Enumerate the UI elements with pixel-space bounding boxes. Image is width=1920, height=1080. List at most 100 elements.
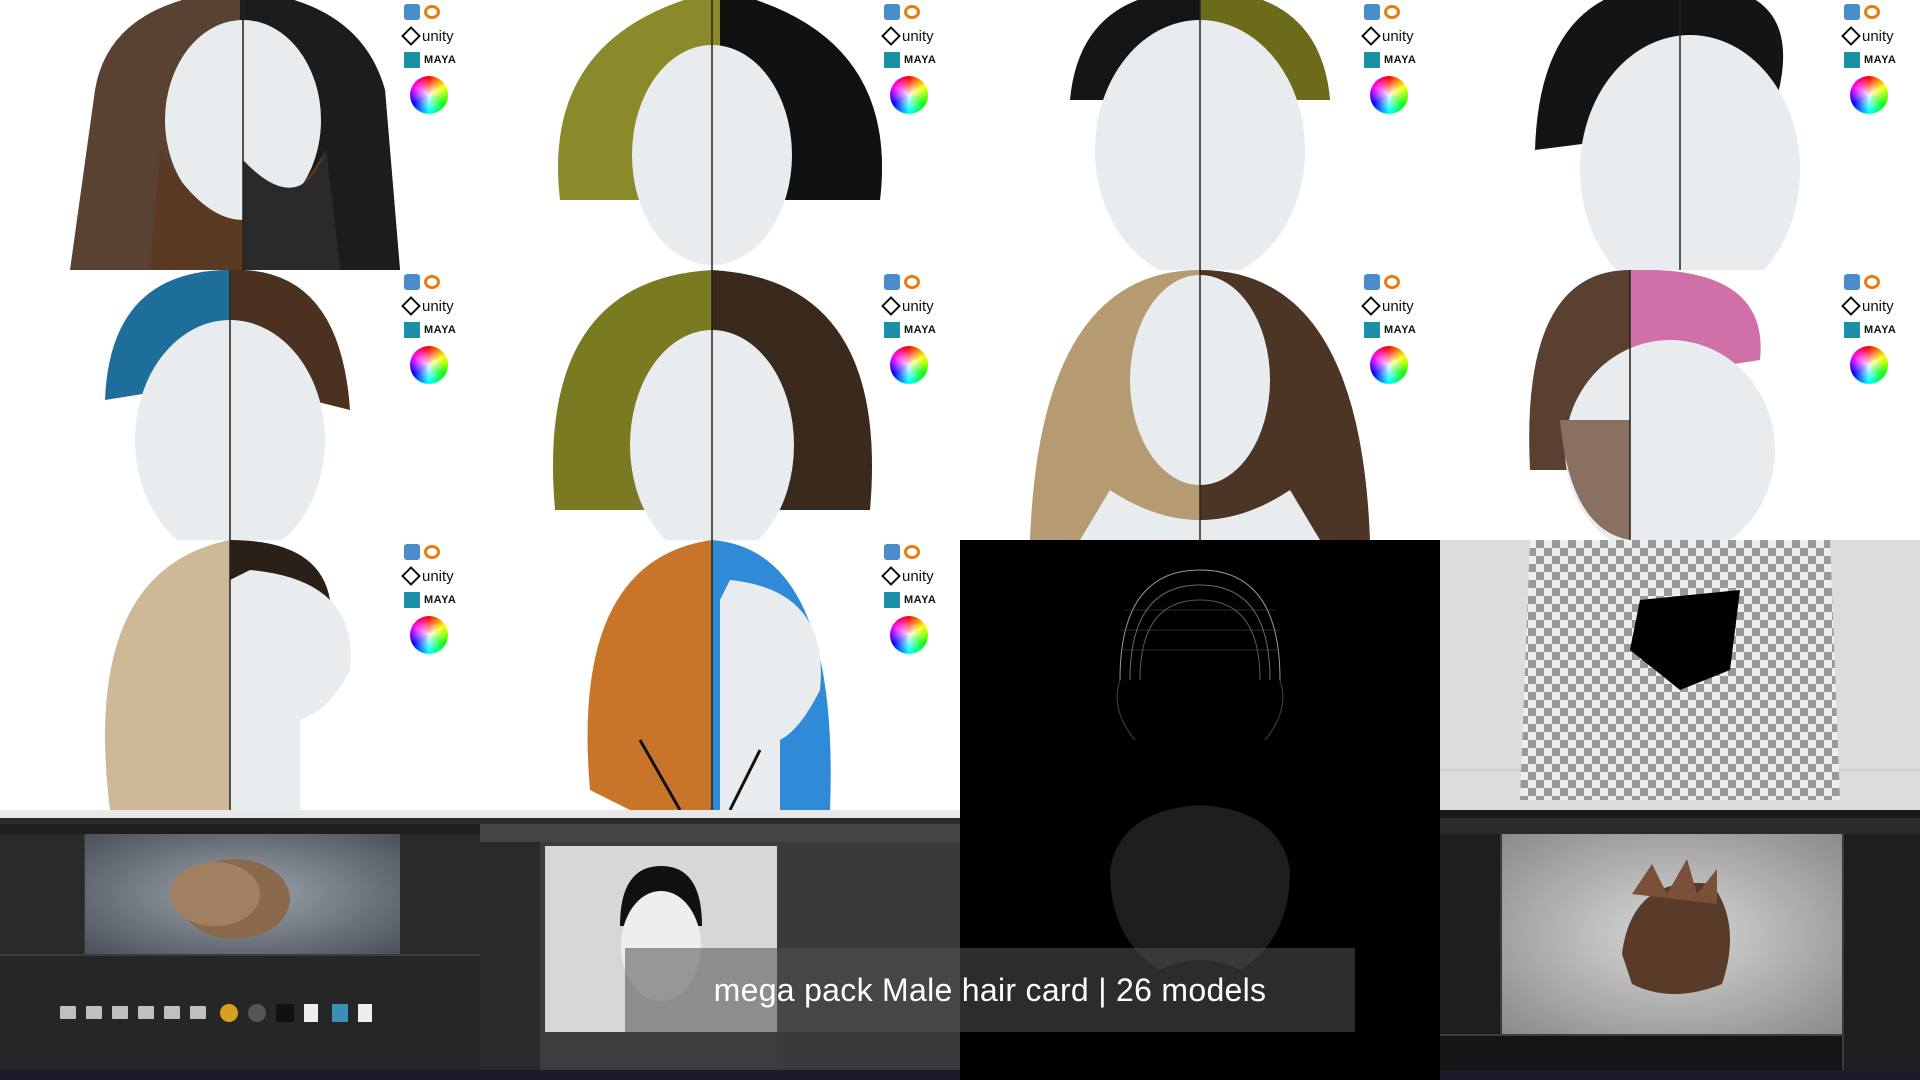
unity-label: unity bbox=[422, 27, 454, 45]
unity-label: unity bbox=[902, 297, 934, 315]
maya-icon bbox=[884, 322, 900, 338]
folder-icon bbox=[190, 1006, 206, 1019]
scene-viewport bbox=[85, 834, 400, 954]
hair-render-tile-2: unity MAYA bbox=[480, 0, 960, 270]
blender-logo-icon bbox=[904, 5, 920, 19]
toolbar bbox=[0, 824, 480, 834]
blender-icon bbox=[404, 274, 420, 290]
maya-icon bbox=[404, 52, 420, 68]
hair-render-tile-5: unity MAYA bbox=[0, 270, 480, 540]
substance-color-wheel-icon bbox=[1370, 346, 1408, 384]
maya-icon bbox=[1844, 322, 1860, 338]
unity-label: unity bbox=[1862, 27, 1894, 45]
unity-icon bbox=[1361, 26, 1381, 46]
blender-icon bbox=[1364, 274, 1380, 290]
hair-render-tile-9: unity MAYA bbox=[0, 540, 480, 810]
unity-icon bbox=[1361, 296, 1381, 316]
maya-icon bbox=[404, 592, 420, 608]
substance-color-wheel-icon bbox=[1850, 346, 1888, 384]
blender-logo-icon bbox=[1864, 5, 1880, 19]
window-titlebar bbox=[480, 810, 960, 818]
unreal-editor-window bbox=[1440, 810, 1920, 1080]
maya-label: MAYA bbox=[904, 54, 937, 66]
unity-label: unity bbox=[422, 297, 454, 315]
hair-render-tile-6: unity MAYA bbox=[480, 270, 960, 540]
maya-icon bbox=[884, 52, 900, 68]
software-logos: unity MAYA bbox=[1840, 0, 1910, 114]
software-logos: unity MAYA bbox=[1360, 270, 1430, 384]
maya-label: MAYA bbox=[904, 594, 937, 606]
unity-icon bbox=[401, 566, 421, 586]
substance-color-wheel-icon bbox=[890, 616, 928, 654]
unity-label: unity bbox=[1382, 297, 1414, 315]
window-titlebar bbox=[0, 810, 480, 818]
unreal-viewport bbox=[1502, 834, 1842, 1034]
folder-icon bbox=[60, 1006, 76, 1019]
hair-render-tile-10: unity MAYA bbox=[480, 540, 960, 810]
folder-icon bbox=[138, 1006, 154, 1019]
material-ball-icon bbox=[220, 1004, 238, 1022]
substance-color-wheel-icon bbox=[890, 76, 928, 114]
folder-icon bbox=[164, 1006, 180, 1019]
folder-icon bbox=[112, 1006, 128, 1019]
unreal-editor-screenshot bbox=[1440, 810, 1920, 1080]
blender-icon bbox=[1364, 4, 1380, 20]
unity-label: unity bbox=[422, 567, 454, 585]
caption-text: mega pack Male hair card | 26 models bbox=[713, 971, 1267, 1008]
substance-color-wheel-icon bbox=[410, 616, 448, 654]
software-logos: unity MAYA bbox=[400, 270, 470, 384]
uv-checker-render bbox=[1440, 540, 1920, 810]
blender-icon bbox=[404, 544, 420, 560]
blender-icon bbox=[1844, 274, 1860, 290]
blender-logo-icon bbox=[1384, 5, 1400, 19]
substance-color-wheel-icon bbox=[1850, 76, 1888, 114]
substance-color-wheel-icon bbox=[410, 346, 448, 384]
maya-icon bbox=[1364, 322, 1380, 338]
software-logos: unity MAYA bbox=[400, 0, 470, 114]
maya-editor-window bbox=[480, 810, 960, 1080]
blender-logo-icon bbox=[904, 545, 920, 559]
taskbar bbox=[480, 1070, 960, 1080]
unity-icon bbox=[881, 296, 901, 316]
unity-icon bbox=[401, 296, 421, 316]
software-logos: unity MAYA bbox=[1360, 0, 1430, 114]
blender-icon bbox=[1844, 4, 1860, 20]
unity-label: unity bbox=[902, 27, 934, 45]
hair-render-tile-1: unity MAYA bbox=[0, 0, 480, 270]
prefab-icon bbox=[332, 1004, 348, 1022]
inspector-panel bbox=[400, 834, 480, 954]
software-logos: unity MAYA bbox=[880, 540, 950, 654]
window-titlebar bbox=[1440, 810, 1920, 818]
maya-icon bbox=[1364, 52, 1380, 68]
software-logos: unity MAYA bbox=[880, 270, 950, 384]
maya-label: MAYA bbox=[424, 594, 457, 606]
software-logos: unity MAYA bbox=[880, 0, 950, 114]
blender-icon bbox=[404, 4, 420, 20]
blender-icon bbox=[884, 4, 900, 20]
blender-logo-icon bbox=[424, 545, 440, 559]
unity-label: unity bbox=[1382, 27, 1414, 45]
unity-icon bbox=[401, 26, 421, 46]
unity-icon bbox=[881, 26, 901, 46]
maya-label: MAYA bbox=[424, 324, 457, 336]
maya-label: MAYA bbox=[1384, 54, 1417, 66]
blender-logo-icon bbox=[424, 5, 440, 19]
hair-render-tile-7: unity MAYA bbox=[960, 270, 1440, 540]
unity-icon bbox=[1841, 26, 1861, 46]
blender-icon bbox=[884, 544, 900, 560]
software-logos: unity MAYA bbox=[400, 540, 470, 654]
hair-render-tile-8: unity MAYA bbox=[1440, 270, 1920, 540]
maya-label: MAYA bbox=[1864, 54, 1897, 66]
toolbar bbox=[1440, 824, 1920, 834]
outliner-panel bbox=[480, 842, 540, 1070]
maya-label: MAYA bbox=[904, 324, 937, 336]
caption-banner: mega pack Male hair card | 26 models bbox=[625, 948, 1355, 1032]
blender-logo-icon bbox=[1384, 275, 1400, 289]
file-icon bbox=[358, 1004, 372, 1022]
unity-icon bbox=[881, 566, 901, 586]
place-actors-panel bbox=[1440, 834, 1500, 1034]
unity-label: unity bbox=[902, 567, 934, 585]
unity-icon bbox=[1841, 296, 1861, 316]
collage-grid: unity MAYA unity MAYA unity MAYA unity M… bbox=[0, 0, 1920, 1080]
maya-icon bbox=[404, 322, 420, 338]
